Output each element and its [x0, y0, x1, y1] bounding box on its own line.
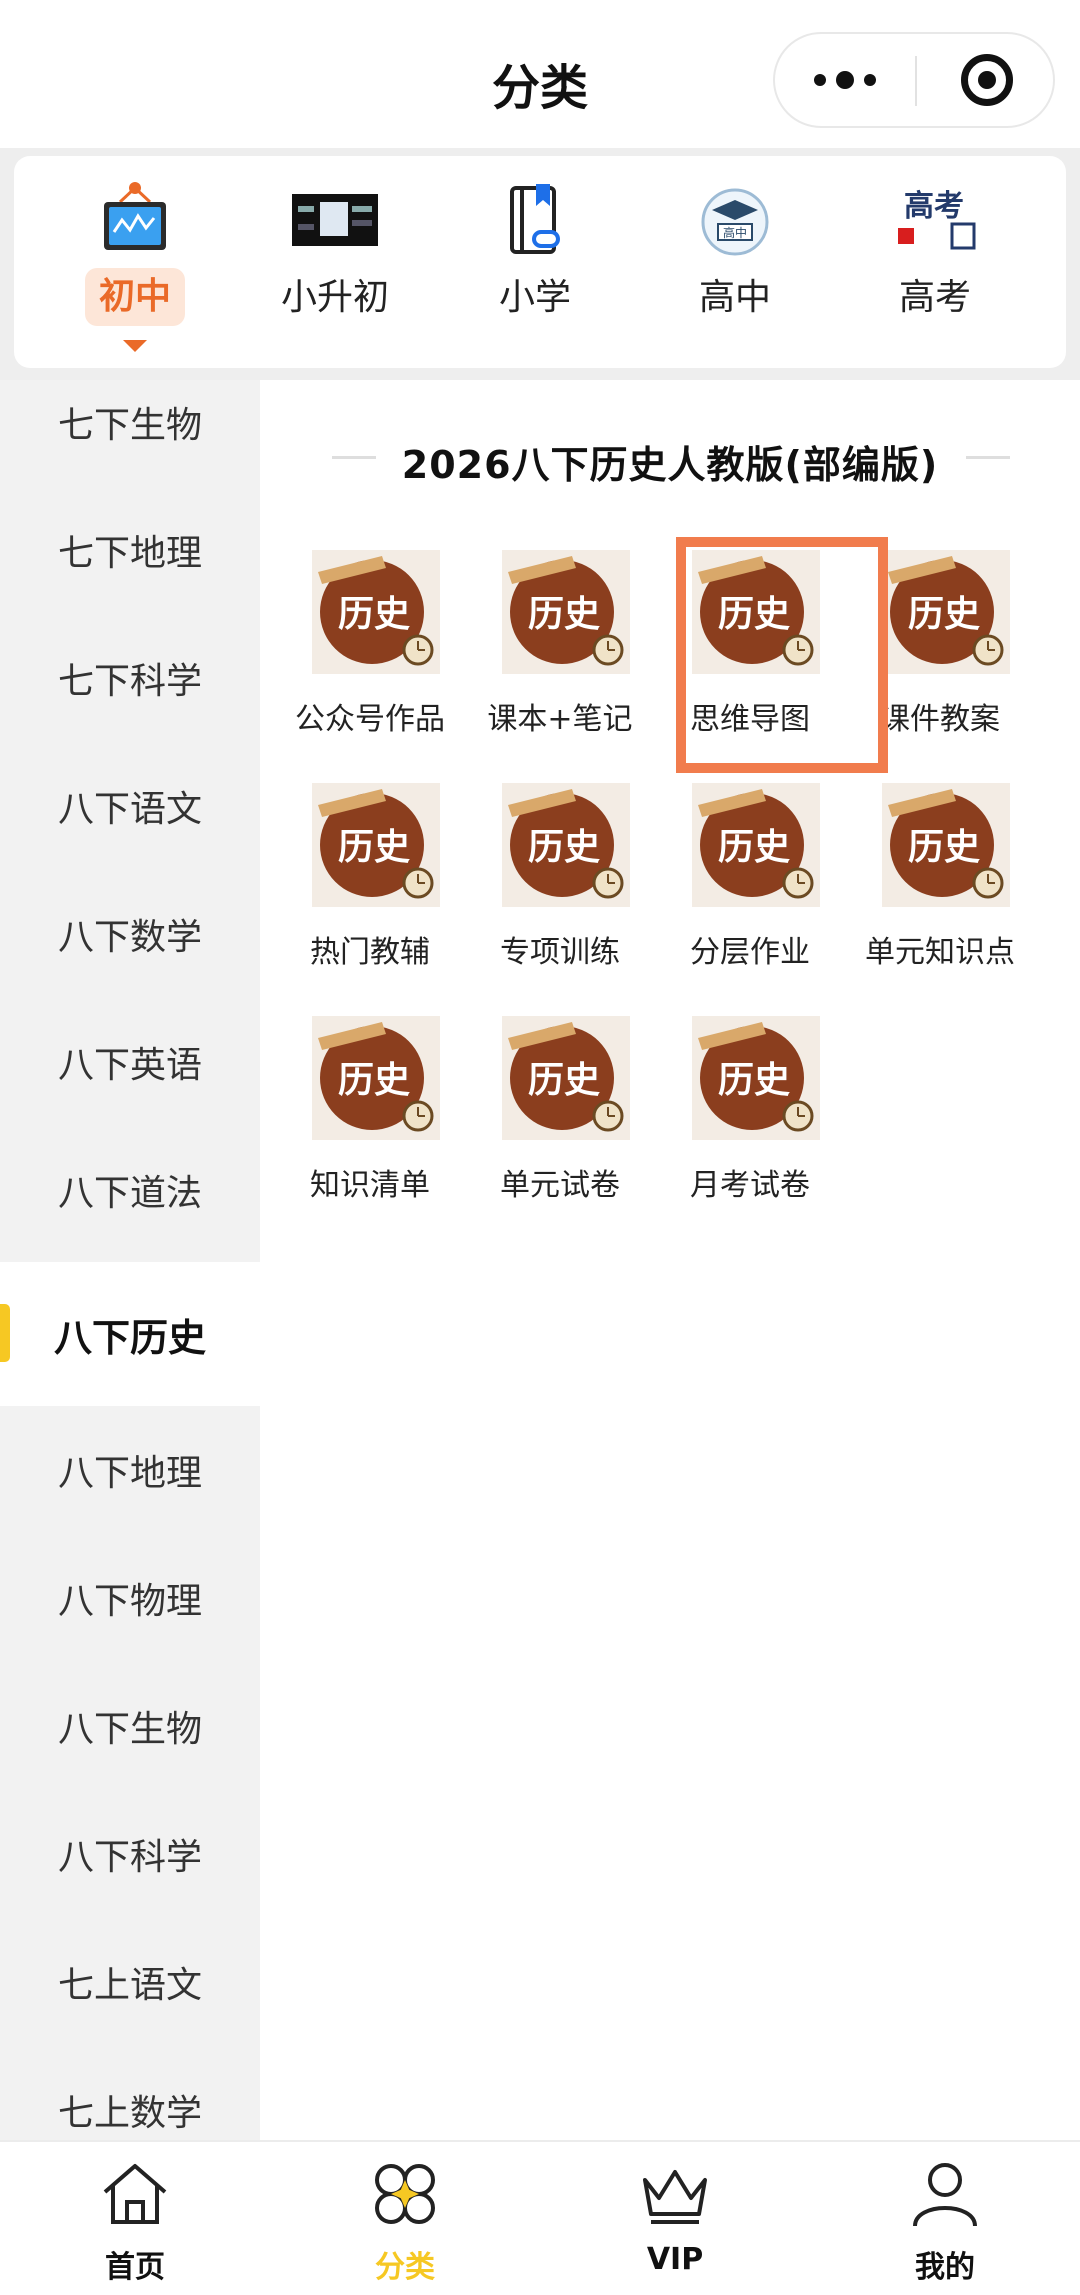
sidebar-item[interactable]: 八下英语	[0, 998, 260, 1126]
active-indicator	[0, 1304, 10, 1362]
category-icon	[375, 2164, 435, 2224]
tab-category[interactable]: 分类	[270, 2142, 540, 2295]
grid-item-label: 专项训练	[500, 935, 620, 970]
tab-vip[interactable]: VIP	[540, 2142, 810, 2295]
svg-text:高中: 高中	[723, 225, 747, 240]
grid-item-label: 课本+笔记	[487, 702, 633, 737]
grid-item-label: 知识清单	[310, 1168, 430, 1203]
history-book-icon: 历史	[692, 1016, 820, 1140]
grid-item[interactable]: 历史公众号作品	[275, 550, 465, 770]
tab-mine[interactable]: 我的	[810, 2142, 1080, 2295]
level-label: 高中	[698, 277, 771, 318]
book-link-icon	[510, 184, 560, 254]
tab-level-gaokao[interactable]: 高考 高考	[850, 180, 1020, 360]
grid-item[interactable]: 历史月考试卷	[655, 1016, 845, 1236]
history-book-icon: 历史	[502, 783, 630, 907]
grid-item[interactable]: 历史专项训练	[465, 783, 655, 1003]
level-label: 小学	[498, 277, 571, 318]
grid-item[interactable]: 历史分层作业	[655, 783, 845, 1003]
history-book-icon: 历史	[882, 783, 1010, 907]
sidebar-item-active[interactable]: 八下历史	[0, 1262, 260, 1406]
title-line-right	[966, 456, 1010, 459]
tab-label: 我的	[915, 2250, 975, 2285]
svg-text:历史: 历史	[338, 1059, 410, 1101]
sidebar-item-label: 八下历史	[53, 1315, 206, 1360]
svg-text:历史: 历史	[908, 593, 980, 635]
graduation-cap-icon: 高中	[701, 188, 769, 256]
sidebar-item[interactable]: 七上语文	[0, 1918, 260, 2046]
grid-item[interactable]: 历史热门教辅	[275, 783, 465, 1003]
grid-item-label: 公众号作品	[295, 702, 445, 737]
sidebar-item[interactable]: 八下语文	[0, 742, 260, 870]
promo-banner-image	[292, 194, 378, 246]
tab-label: VIP	[646, 2242, 704, 2277]
history-book-icon: 历史	[312, 1016, 440, 1140]
sidebar-item[interactable]: 八下道法	[0, 1126, 260, 1254]
section-title: 2026八下历史人教版(部编版)	[401, 443, 939, 487]
sidebar-item[interactable]: 八下地理	[0, 1406, 260, 1534]
record-target-icon[interactable]	[961, 54, 1013, 106]
history-book-icon: 历史	[312, 550, 440, 674]
tab-level-senior[interactable]: 高中 高中	[650, 180, 820, 360]
svg-text:历史: 历史	[908, 826, 980, 868]
grid-item[interactable]: 历史单元知识点	[845, 783, 1035, 1003]
history-book-icon: 历史	[692, 783, 820, 907]
tab-home[interactable]: 首页	[0, 2142, 270, 2295]
sidebar-item[interactable]: 七下科学	[0, 614, 260, 742]
level-label: 小升初	[280, 277, 389, 318]
svg-text:高考: 高考	[904, 189, 964, 224]
svg-text:历史: 历史	[718, 1059, 790, 1101]
user-icon	[913, 2163, 977, 2227]
grid-item-label: 分层作业	[690, 935, 810, 970]
mini-program-capsule	[773, 32, 1055, 128]
nav-header: 分类	[0, 0, 1080, 148]
grid-item-label: 单元试卷	[500, 1168, 620, 1203]
category-content: 2026八下历史人教版(部编版) 历史 公众号作品 历史 课本+笔记 历史 思维导图 历史课…	[260, 380, 1080, 2140]
grid-item-label: 单元知识点	[865, 935, 1015, 970]
highlight-box	[676, 537, 888, 773]
subject-sidebar: 七下生物 七下地理 七下科学 八下语文 八下数学 八下英语 八下道法 八下历史 …	[0, 380, 260, 2140]
svg-text:历史: 历史	[528, 1059, 600, 1101]
sidebar-item[interactable]: 八下生物	[0, 1662, 260, 1790]
level-label: 初中	[85, 268, 185, 326]
history-book-icon: 历史	[502, 550, 630, 674]
tab-label: 分类	[375, 2250, 435, 2285]
sidebar-item[interactable]: 八下数学	[0, 870, 260, 998]
sidebar-item[interactable]: 八下物理	[0, 1534, 260, 1662]
gaokao-text-icon: 高考	[898, 189, 976, 250]
tab-label: 首页	[105, 2250, 165, 2285]
capsule-divider	[915, 56, 917, 106]
grid-item[interactable]: 历史知识清单	[275, 1016, 465, 1236]
history-book-icon: 历史	[312, 783, 440, 907]
grid-item-label: 月考试卷	[690, 1168, 810, 1203]
crown-icon	[643, 2170, 707, 2224]
svg-text:历史: 历史	[528, 826, 600, 868]
bottom-tab-bar: 首页 分类 VIP 我的	[0, 2140, 1080, 2293]
level-label: 高考	[898, 277, 971, 318]
tab-level-primary-to-junior[interactable]: 小升初	[250, 180, 420, 360]
tab-level-junior[interactable]: 初中	[50, 180, 220, 360]
grid-item[interactable]: 历史单元试卷	[465, 1016, 655, 1236]
sidebar-item[interactable]: 七上数学	[0, 2046, 260, 2140]
history-book-icon: 历史	[502, 1016, 630, 1140]
level-tabs: 初中 小升初 小学 高中 高中 高考 高考	[14, 156, 1066, 368]
sidebar-item[interactable]: 七下地理	[0, 486, 260, 614]
svg-text:历史: 历史	[338, 826, 410, 868]
grid-item-label: 热门教辅	[310, 935, 430, 970]
home-icon	[103, 2164, 167, 2224]
more-dots-icon[interactable]	[775, 34, 915, 126]
sidebar-item[interactable]: 八下科学	[0, 1790, 260, 1918]
sidebar-item[interactable]: 七下生物	[0, 380, 260, 486]
grid-item[interactable]: 历史课本+笔记	[465, 550, 655, 770]
caret-down-icon	[123, 340, 147, 352]
svg-text:历史: 历史	[528, 593, 600, 635]
svg-text:历史: 历史	[718, 826, 790, 868]
svg-text:历史: 历史	[338, 593, 410, 635]
history-book-icon: 历史	[882, 550, 1010, 674]
monitor-chart-icon	[104, 182, 166, 250]
tab-level-primary[interactable]: 小学	[450, 180, 620, 360]
